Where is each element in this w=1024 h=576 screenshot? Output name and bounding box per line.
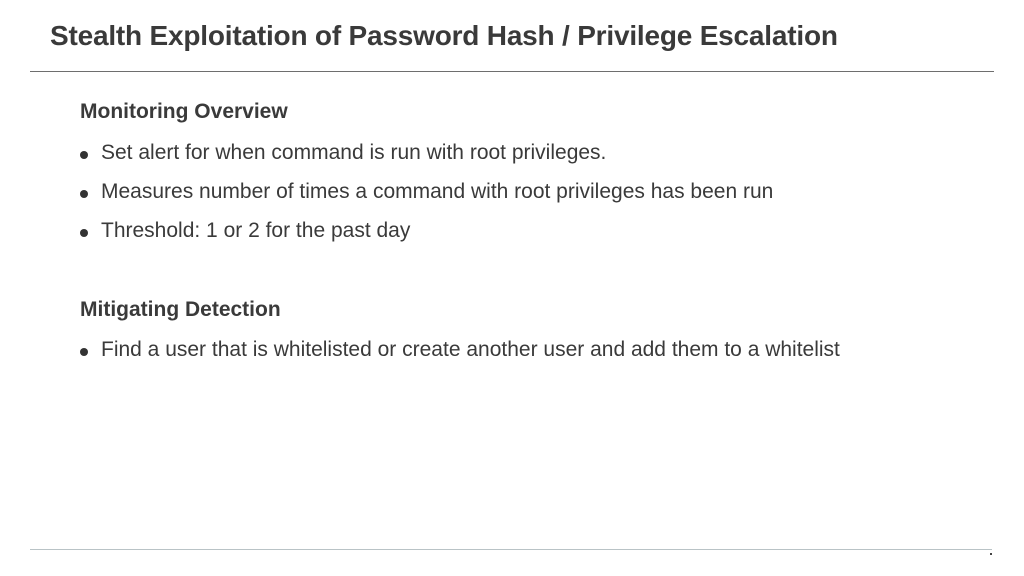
monitoring-overview-section: Monitoring Overview Set alert for when c… [80,97,880,253]
list-item: Threshold: 1 or 2 for the past day [80,214,880,248]
slide-title: Stealth Exploitation of Password Hash / … [50,20,838,51]
mitigating-detection-section: Mitigating Detection Find a user that is… [80,295,880,372]
bullet-text: Threshold: 1 or 2 for the past day [101,219,411,242]
bullet-text: Measures number of times a command with … [101,180,774,203]
slide: Stealth Exploitation of Password Hash / … [0,0,1024,576]
bullet-list: Set alert for when command is run with r… [80,136,880,248]
bullet-text: Find a user that is whitelisted or creat… [101,338,840,361]
bullet-dot-icon [80,151,88,159]
section-heading: Mitigating Detection [80,298,281,321]
bullet-dot-icon [80,348,88,356]
bullet-dot-icon [80,229,88,237]
section-heading: Monitoring Overview [80,100,288,123]
bullet-dot-icon [80,190,88,198]
bullet-list: Find a user that is whitelisted or creat… [80,333,880,367]
list-item: Measures number of times a command with … [80,175,880,209]
bullet-text: Set alert for when command is run with r… [101,141,607,164]
list-item: Set alert for when command is run with r… [80,136,880,170]
list-item: Find a user that is whitelisted or creat… [80,333,880,367]
title-divider [30,71,994,72]
corner-mark [990,553,992,555]
footer-divider [30,549,992,550]
